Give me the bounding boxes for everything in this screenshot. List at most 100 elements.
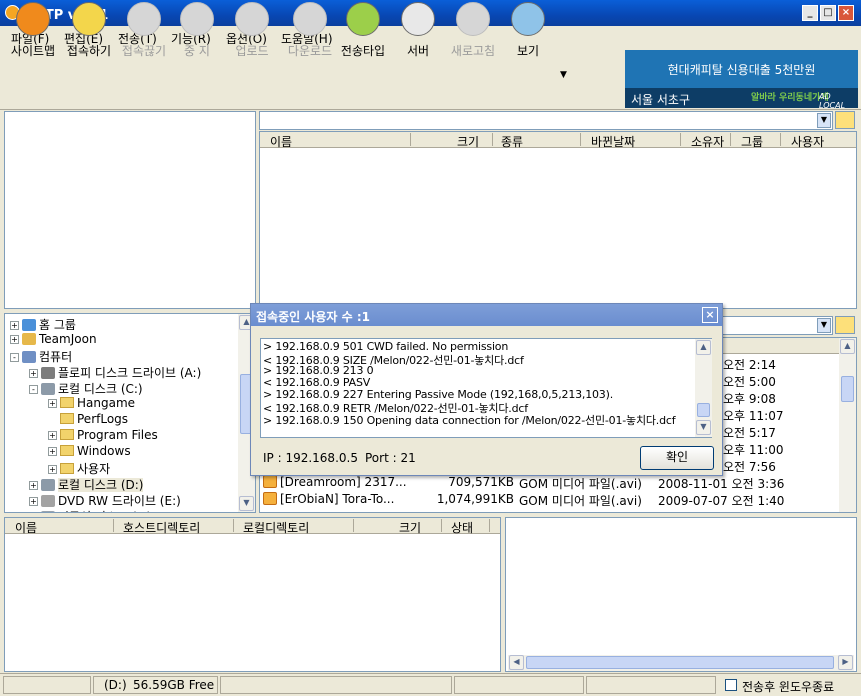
user-folder-icon — [22, 333, 36, 345]
collapse-icon[interactable]: - — [10, 353, 19, 362]
connected-users-dialog: 접속중인 사용자 수 :1 × > 192.168.0.9 501 CWD fa… — [250, 303, 723, 476]
tree-item[interactable]: PerfLogs — [48, 412, 128, 426]
log-hscrollbar[interactable]: ◀ ▶ — [508, 655, 854, 671]
toolbar-button-0[interactable]: 사이트맵 — [8, 2, 58, 60]
dialog-scroll-up-icon[interactable]: ▲ — [696, 340, 711, 355]
remote-col-size[interactable]: 크기 — [457, 133, 479, 150]
remote-col-date[interactable]: 바뀐날짜 — [591, 133, 635, 150]
expand-icon[interactable]: + — [48, 465, 57, 474]
expand-icon[interactable]: + — [29, 369, 38, 378]
tree-item[interactable]: + TeamJoon — [10, 332, 97, 346]
maximize-button[interactable]: □ — [820, 5, 836, 21]
remote-tree-panel[interactable] — [4, 111, 256, 309]
tree-scroll-down-icon[interactable]: ▼ — [239, 496, 254, 511]
expand-icon[interactable]: + — [48, 431, 57, 440]
tree-item[interactable]: + Program Files — [48, 428, 158, 442]
dialog-scroll-down-icon[interactable]: ▼ — [696, 420, 711, 435]
toolbar-button-8[interactable]: 새로고침 — [447, 2, 499, 60]
tree-item[interactable]: + 로컬 디스크 (D:) — [29, 476, 144, 493]
queue-col-status[interactable]: 상태 — [451, 519, 473, 536]
remote-file-list[interactable]: 이름 크기 종류 바뀐날짜 소유자 그룹 사용자 — [259, 131, 857, 309]
file-row[interactable]: [ErObiaN] Tora-To... 1,074,991KB GOM 미디어 파… — [260, 491, 856, 508]
log-scroll-thumb[interactable] — [526, 656, 834, 669]
expand-icon[interactable]: + — [10, 321, 19, 330]
tree-item[interactable]: + 사용자 — [48, 460, 110, 477]
local-list-scrollbar[interactable]: ▲ — [839, 338, 856, 512]
remote-path-combo[interactable]: ▼ — [259, 111, 833, 130]
drive-icon — [41, 479, 55, 491]
dialog-scroll-thumb[interactable] — [697, 403, 710, 417]
dialog-log-scrollbar[interactable]: ▲ ▼ — [695, 339, 712, 437]
remote-col-owner[interactable]: 소유자 — [691, 133, 724, 150]
tree-item-label: 홈 그룹 — [39, 318, 76, 332]
dialog-close-icon[interactable]: × — [702, 307, 718, 323]
folder-icon — [60, 397, 74, 408]
queue-col-name[interactable]: 이름 — [15, 519, 37, 536]
remote-path-dropdown-icon[interactable]: ▼ — [817, 113, 831, 128]
dialog-title-bar: 접속중인 사용자 수 :1 × — [251, 304, 722, 326]
queue-col-host-dir[interactable]: 호스트디렉토리 — [123, 519, 200, 536]
file-name: [Dreamroom] 2317... — [280, 475, 407, 489]
toolbar-label: 보기 — [516, 44, 540, 58]
tree-item[interactable]: - 컴퓨터 — [10, 348, 72, 365]
tree-item[interactable]: + DVD RW 드라이브 (E:) — [29, 492, 181, 509]
tree-item[interactable]: + 플로피 디스크 드라이브 (A:) — [29, 364, 201, 381]
autoclose-checkbox[interactable] — [725, 679, 737, 691]
upload-icon — [235, 2, 269, 36]
queue-col-local-dir[interactable]: 로컬디렉토리 — [243, 519, 309, 536]
toolbar-button-7[interactable]: 서버 — [396, 2, 440, 60]
file-row[interactable]: [Dreamroom] 2317... 709,571KB GOM 미디어 파일(.… — [260, 474, 856, 491]
log-line: > 192.168.0.9 150 Opening data connectio… — [263, 414, 676, 427]
toolbar-label: 다운로드 — [287, 44, 333, 58]
toolbar-button-2[interactable]: 접속끊기 — [118, 2, 170, 60]
dialog-ok-button[interactable]: 확인 — [640, 446, 714, 470]
file-size: 1,074,991KB — [436, 492, 514, 506]
log-panel[interactable]: ◀ ▶ — [505, 517, 857, 672]
expand-icon[interactable]: + — [29, 497, 38, 506]
toolbar-button-6[interactable]: 전송타입 — [336, 2, 390, 60]
expand-icon[interactable]: + — [48, 447, 57, 456]
expand-icon[interactable]: + — [29, 481, 38, 490]
close-button[interactable]: × — [838, 5, 854, 21]
transfer-queue[interactable]: 이름 호스트디렉토리 로컬디렉토리 크기 상태 — [4, 517, 501, 672]
toolbar-button-3[interactable]: 중 지 — [173, 2, 221, 60]
expand-icon[interactable]: + — [48, 399, 57, 408]
dialog-ip: IP : 192.168.0.5 — [263, 451, 358, 465]
tree-item[interactable]: - 로컬 디스크 (C:) — [29, 380, 143, 397]
file-type: GOM 미디어 파일(.avi) — [519, 494, 642, 508]
log-scroll-left-icon[interactable]: ◀ — [509, 655, 524, 670]
ad-location: 서울 서초구 — [631, 93, 691, 107]
toolbar-button-5[interactable]: 다운로드 — [283, 2, 337, 60]
local-folder-tree[interactable]: + 홈 그룹 + TeamJoon - 컴퓨터 + 플로피 디스크 드라이브 (A:) - 로컬 … — [4, 313, 256, 513]
queue-col-size[interactable]: 크기 — [399, 519, 421, 536]
remote-parent-folder-button[interactable] — [835, 111, 855, 129]
ad-banner[interactable]: 현대캐피탈 신용대출 5천만원 서울 서초구 알바라 우리동네가게 AD LOC… — [625, 50, 858, 110]
tree-item[interactable]: +이동식 디스크 (F:) — [29, 508, 151, 512]
local-scroll-up-icon[interactable]: ▲ — [840, 339, 855, 354]
remote-col-name[interactable]: 이름 — [270, 133, 292, 150]
avi-file-icon — [263, 475, 277, 488]
remote-col-user[interactable]: 사용자 — [791, 133, 824, 150]
toolbar-button-1[interactable]: 접속하기 — [63, 2, 115, 60]
dialog-log-box[interactable]: > 192.168.0.9 501 CWD failed. No permiss… — [260, 338, 712, 438]
tree-item[interactable]: + 홈 그룹 — [10, 316, 76, 333]
collapse-icon[interactable]: - — [29, 385, 38, 394]
tree-item-label: 사용자 — [77, 462, 111, 476]
remote-col-group[interactable]: 그룹 — [741, 133, 763, 150]
log-scroll-right-icon[interactable]: ▶ — [838, 655, 853, 670]
local-parent-folder-button[interactable] — [835, 316, 855, 334]
toolbar-button-4[interactable]: 업로드 — [228, 2, 276, 60]
remote-col-type[interactable]: 종류 — [501, 133, 523, 150]
tree-item[interactable]: + Windows — [48, 444, 131, 458]
expand-icon[interactable]: + — [10, 335, 19, 344]
minimize-button[interactable]: _ — [802, 5, 818, 21]
local-path-dropdown-icon[interactable]: ▼ — [817, 318, 831, 333]
toolbar-button-9[interactable]: 보기 — [505, 2, 551, 60]
status-bar: (D:) 56.59GB Free 전송후 윈도우종료 — [0, 673, 861, 696]
toolbar-label: 중 지 — [184, 44, 210, 58]
toolbar-more-icon[interactable]: ▼ — [560, 70, 567, 80]
file-date: 오후 11:00 — [723, 443, 784, 457]
toolbar-label: 전송타입 — [340, 44, 386, 58]
tree-item[interactable]: + Hangame — [48, 396, 135, 410]
local-scroll-thumb[interactable] — [841, 376, 854, 402]
